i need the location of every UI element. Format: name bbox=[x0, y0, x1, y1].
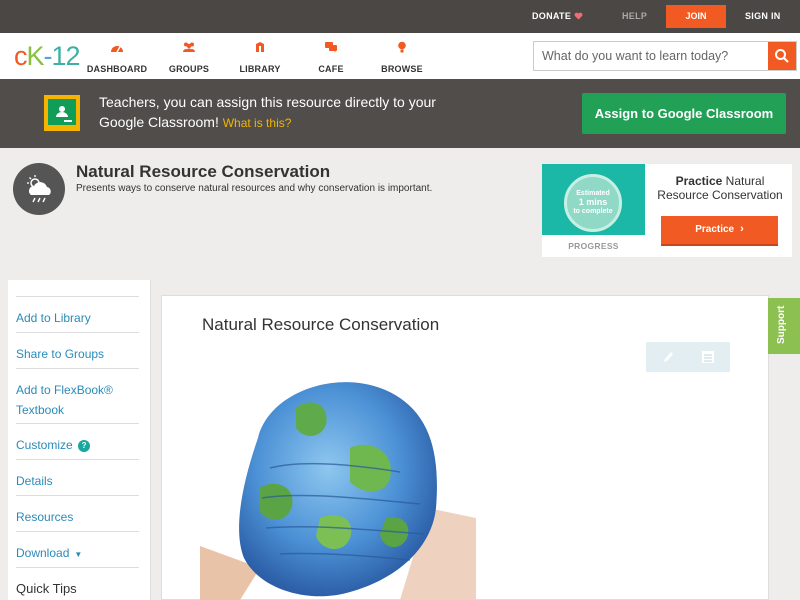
notes-icon[interactable] bbox=[700, 349, 716, 365]
sidebar: Add to Library Share to Groups Add to Fl… bbox=[8, 280, 151, 600]
donate-link[interactable]: DONATE bbox=[532, 11, 583, 21]
search-input[interactable] bbox=[534, 42, 768, 70]
page-subtitle: Presents ways to conserve natural resour… bbox=[76, 183, 433, 194]
support-tab[interactable]: Support bbox=[768, 298, 800, 354]
estimated-time-badge: Estimated 1 mins to complete bbox=[564, 174, 622, 232]
nav-dashboard-label: DASHBOARD bbox=[86, 64, 148, 74]
content-tools bbox=[646, 342, 730, 372]
help-icon[interactable]: ? bbox=[78, 440, 91, 452]
nav-browse[interactable]: BROWSE bbox=[367, 41, 437, 77]
cloud-rain-icon bbox=[27, 175, 51, 203]
assign-to-google-classroom-button[interactable]: Assign to Google Classroom bbox=[582, 93, 786, 134]
logo-k: K bbox=[26, 41, 45, 71]
sign-in-link[interactable]: SIGN IN bbox=[745, 11, 781, 21]
logo-12: 12 bbox=[51, 41, 81, 71]
nav-library[interactable]: LIBRARY bbox=[225, 41, 295, 77]
estimated-duration: 1 mins bbox=[578, 197, 608, 207]
caret-down-icon: ▼ bbox=[74, 550, 83, 559]
nav-browse-label: BROWSE bbox=[381, 64, 423, 74]
progress-graphic: Estimated 1 mins to complete bbox=[542, 164, 645, 235]
sidebar-item-add-to-flexbook[interactable]: Add to FlexBook® Textbook bbox=[16, 368, 139, 424]
dashboard-icon bbox=[111, 46, 123, 53]
logo-c: c bbox=[14, 41, 27, 71]
content-title: Natural Resource Conservation bbox=[202, 315, 440, 334]
nav-groups-label: GROUPS bbox=[168, 64, 210, 74]
cafe-icon bbox=[325, 42, 337, 53]
weather-concept-icon bbox=[13, 163, 65, 215]
support-label: Support bbox=[776, 305, 787, 344]
what-is-this-link[interactable]: What is this? bbox=[223, 116, 292, 130]
ck12-logo[interactable]: cK-12 bbox=[14, 41, 81, 72]
nav-dashboard[interactable]: DASHBOARD bbox=[82, 41, 152, 77]
practice-title: Practice Natural Resource Conservation bbox=[650, 174, 790, 202]
search-button[interactable] bbox=[768, 42, 796, 70]
customize-label: Customize bbox=[16, 438, 73, 452]
join-button[interactable]: JOIN bbox=[666, 5, 726, 28]
nav-groups[interactable]: GROUPS bbox=[154, 41, 224, 77]
donate-label: DONATE bbox=[532, 11, 572, 21]
search-icon bbox=[775, 49, 789, 63]
sidebar-item-resources[interactable]: Resources bbox=[16, 495, 139, 532]
groups-icon bbox=[183, 42, 195, 52]
google-classroom-icon bbox=[44, 95, 80, 131]
sidebar-item-add-to-library[interactable]: Add to Library bbox=[16, 296, 139, 333]
practice-title-bold: Practice bbox=[675, 174, 723, 188]
earth-hands-image bbox=[200, 382, 476, 600]
download-label: Download bbox=[16, 546, 70, 560]
practice-button-label: Practice bbox=[695, 224, 735, 235]
nav-cafe[interactable]: CAFE bbox=[296, 41, 366, 77]
practice-button[interactable]: Practice › bbox=[661, 216, 778, 244]
sidebar-item-customize[interactable]: Customize ? bbox=[16, 423, 139, 460]
estimated-suffix: to complete bbox=[573, 208, 613, 215]
sidebar-item-details[interactable]: Details bbox=[16, 459, 139, 496]
chevron-right-icon: › bbox=[740, 223, 744, 235]
heart-icon bbox=[574, 12, 583, 20]
pencil-icon[interactable] bbox=[660, 349, 676, 365]
banner-text: Teachers, you can assign this resource d… bbox=[99, 92, 479, 133]
classroom-board-icon bbox=[56, 106, 72, 122]
library-icon bbox=[256, 42, 264, 52]
page-title: Natural Resource Conservation bbox=[76, 162, 331, 181]
help-link[interactable]: HELP bbox=[622, 11, 647, 21]
top-utility-bar: DONATE HELP JOIN SIGN IN bbox=[0, 0, 800, 33]
practice-card: Estimated 1 mins to complete PROGRESS Pr… bbox=[542, 164, 792, 257]
browse-icon bbox=[398, 41, 406, 53]
search-box bbox=[533, 41, 797, 71]
main-navigation: cK-12 DASHBOARD GROUPS LIBRARY CAFE BROW… bbox=[0, 33, 800, 79]
nav-cafe-label: CAFE bbox=[318, 64, 344, 74]
sidebar-item-quick-tips[interactable]: Quick Tips bbox=[16, 567, 139, 600]
progress-label: PROGRESS bbox=[568, 241, 619, 251]
nav-library-label: LIBRARY bbox=[239, 64, 281, 74]
logo-dash: - bbox=[43, 41, 53, 71]
sidebar-item-download[interactable]: Download ▼ bbox=[16, 531, 139, 568]
sidebar-item-share-to-groups[interactable]: Share to Groups bbox=[16, 332, 139, 369]
